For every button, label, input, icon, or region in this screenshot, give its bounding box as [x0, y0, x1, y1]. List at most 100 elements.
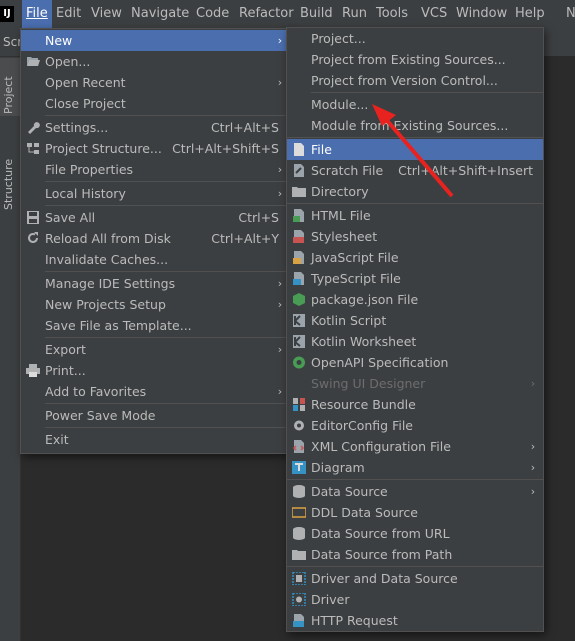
file-menu-reload[interactable]: Reload All from Disk Ctrl+Alt+Y — [21, 228, 289, 249]
tab-structure[interactable]: Structure — [2, 140, 15, 210]
new-resource-bundle[interactable]: Resource Bundle — [287, 394, 543, 415]
new-data-source[interactable]: Data Source › — [287, 481, 543, 502]
new-xml-label: XML Configuration File — [311, 439, 451, 454]
new-project-vcs-label: Project from Version Control... — [311, 73, 498, 88]
new-driver[interactable]: Driver — [287, 589, 543, 610]
new-http-request[interactable]: HTTP Request — [287, 610, 543, 631]
file-menu-manage-ide-label: Manage IDE Settings — [45, 276, 176, 291]
menu-build[interactable]: Build — [296, 0, 337, 28]
new-data-source-path[interactable]: Data Source from Path — [287, 544, 543, 565]
folder-icon — [292, 550, 306, 560]
file-menu-new-projects-setup[interactable]: New Projects Setup › — [21, 294, 289, 315]
new-kotlin-worksheet[interactable]: Kotlin Worksheet — [287, 331, 543, 352]
file-menu-close-project[interactable]: Close Project — [21, 93, 289, 114]
file-menu-open-label: Open... — [45, 54, 91, 69]
file-menu-power-save[interactable]: Power Save Mode — [21, 405, 289, 426]
tab-project[interactable]: Project — [0, 58, 20, 116]
new-diagram-label: Diagram — [311, 460, 365, 475]
new-typescript-file[interactable]: TypeScript File — [287, 268, 543, 289]
new-scratch-file[interactable]: Scratch File Ctrl+Alt+Shift+Insert — [287, 160, 543, 181]
file-menu-project-structure[interactable]: Project Structure... Ctrl+Alt+Shift+S — [21, 138, 289, 159]
menu-code[interactable]: Code — [192, 0, 233, 28]
menu-vcs[interactable]: VCS — [417, 0, 451, 28]
file-menu-manage-ide[interactable]: Manage IDE Settings › — [21, 273, 289, 294]
file-menu-settings[interactable]: Settings... Ctrl+Alt+S — [21, 117, 289, 138]
new-module[interactable]: Module... — [287, 94, 543, 115]
new-html-file[interactable]: HTML File — [287, 205, 543, 226]
new-project-existing-label: Project from Existing Sources... — [311, 52, 506, 67]
database-icon — [293, 485, 305, 498]
menu-separator — [45, 181, 289, 182]
submenu-arrow-icon: › — [277, 385, 283, 398]
menu-view[interactable]: View — [87, 0, 126, 28]
menu-refactor[interactable]: Refactor — [235, 0, 298, 28]
new-driver-data-source[interactable]: Driver and Data Source — [287, 568, 543, 589]
new-openapi-spec[interactable]: OpenAPI Specification — [287, 352, 543, 373]
new-swing-label: Swing UI Designer — [311, 376, 426, 391]
new-project-existing[interactable]: Project from Existing Sources... — [287, 49, 543, 70]
diagram-icon — [292, 461, 306, 474]
folder-icon — [292, 187, 306, 197]
file-menu-local-history[interactable]: Local History › — [21, 183, 289, 204]
file-menu-print-label: Print... — [45, 363, 86, 378]
new-module-existing[interactable]: Module from Existing Sources... — [287, 115, 543, 136]
new-project-vcs[interactable]: Project from Version Control... — [287, 70, 543, 91]
file-menu-print[interactable]: Print... — [21, 360, 289, 381]
kotlin-worksheet-icon — [293, 335, 305, 348]
html-file-icon — [293, 209, 304, 222]
menu-run[interactable]: Run — [338, 0, 371, 28]
new-diagram[interactable]: Diagram › — [287, 457, 543, 478]
file-menu-new[interactable]: New › — [21, 30, 289, 51]
file-menu-file-properties[interactable]: File Properties › — [21, 159, 289, 180]
menu-separator — [45, 337, 289, 338]
driver-data-source-icon — [292, 572, 306, 585]
file-menu-invalidate-caches[interactable]: Invalidate Caches... — [21, 249, 289, 270]
new-directory-label: Directory — [311, 184, 369, 199]
file-menu-new-projects-setup-label: New Projects Setup — [45, 297, 166, 312]
menu-separator — [45, 271, 289, 272]
new-directory[interactable]: Directory — [287, 181, 543, 202]
new-xml-config[interactable]: XML Configuration File › — [287, 436, 543, 457]
new-file[interactable]: File — [287, 139, 543, 160]
menu-help[interactable]: Help — [511, 0, 549, 28]
editorconfig-icon — [294, 420, 304, 431]
new-ts-label: TypeScript File — [311, 271, 401, 286]
new-ds-url-label: Data Source from URL — [311, 526, 450, 541]
menu-navigate[interactable]: Navigate — [127, 0, 193, 28]
new-packagejson-label: package.json File — [311, 292, 419, 307]
file-menu-open-recent[interactable]: Open Recent › — [21, 72, 289, 93]
menu-tools[interactable]: Tools — [372, 0, 412, 28]
file-menu-save-all[interactable]: Save All Ctrl+S — [21, 207, 289, 228]
new-editorconfig[interactable]: EditorConfig File — [287, 415, 543, 436]
file-menu-export[interactable]: Export › — [21, 339, 289, 360]
new-data-source-label: Data Source — [311, 484, 388, 499]
file-menu-add-favorites[interactable]: Add to Favorites › — [21, 381, 289, 402]
new-javascript-file[interactable]: JavaScript File — [287, 247, 543, 268]
file-menu-invalidate-label: Invalidate Caches... — [45, 252, 169, 267]
menu-window[interactable]: Window — [452, 0, 511, 28]
file-menu-exit[interactable]: Exit — [21, 429, 289, 450]
menu-edit[interactable]: Edit — [52, 0, 85, 28]
submenu-arrow-icon: › — [277, 34, 283, 47]
file-menu-power-save-label: Power Save Mode — [45, 408, 156, 423]
new-data-source-url[interactable]: Data Source from URL — [287, 523, 543, 544]
printer-icon — [26, 364, 40, 377]
menu-overflow[interactable]: N — [562, 0, 575, 28]
new-kotlin-worksheet-label: Kotlin Worksheet — [311, 334, 417, 349]
new-module-label: Module... — [311, 97, 369, 112]
scratch-file-icon — [294, 164, 304, 177]
css-file-icon — [293, 230, 304, 243]
new-stylesheet[interactable]: Stylesheet — [287, 226, 543, 247]
file-menu-save-template[interactable]: Save File as Template... — [21, 315, 289, 336]
menu-file[interactable]: File — [22, 0, 52, 28]
new-stylesheet-label: Stylesheet — [311, 229, 378, 244]
menu-separator — [45, 115, 289, 116]
new-project[interactable]: Project... — [287, 28, 543, 49]
new-package-json[interactable]: package.json File — [287, 289, 543, 310]
new-kotlin-script[interactable]: Kotlin Script — [287, 310, 543, 331]
new-swing-ui-designer[interactable]: Swing UI Designer › — [287, 373, 543, 394]
javascript-file-icon — [293, 251, 304, 264]
new-ddl-data-source[interactable]: DDL Data Source — [287, 502, 543, 523]
new-ds-path-label: Data Source from Path — [311, 547, 453, 562]
file-menu-open[interactable]: Open... — [21, 51, 289, 72]
